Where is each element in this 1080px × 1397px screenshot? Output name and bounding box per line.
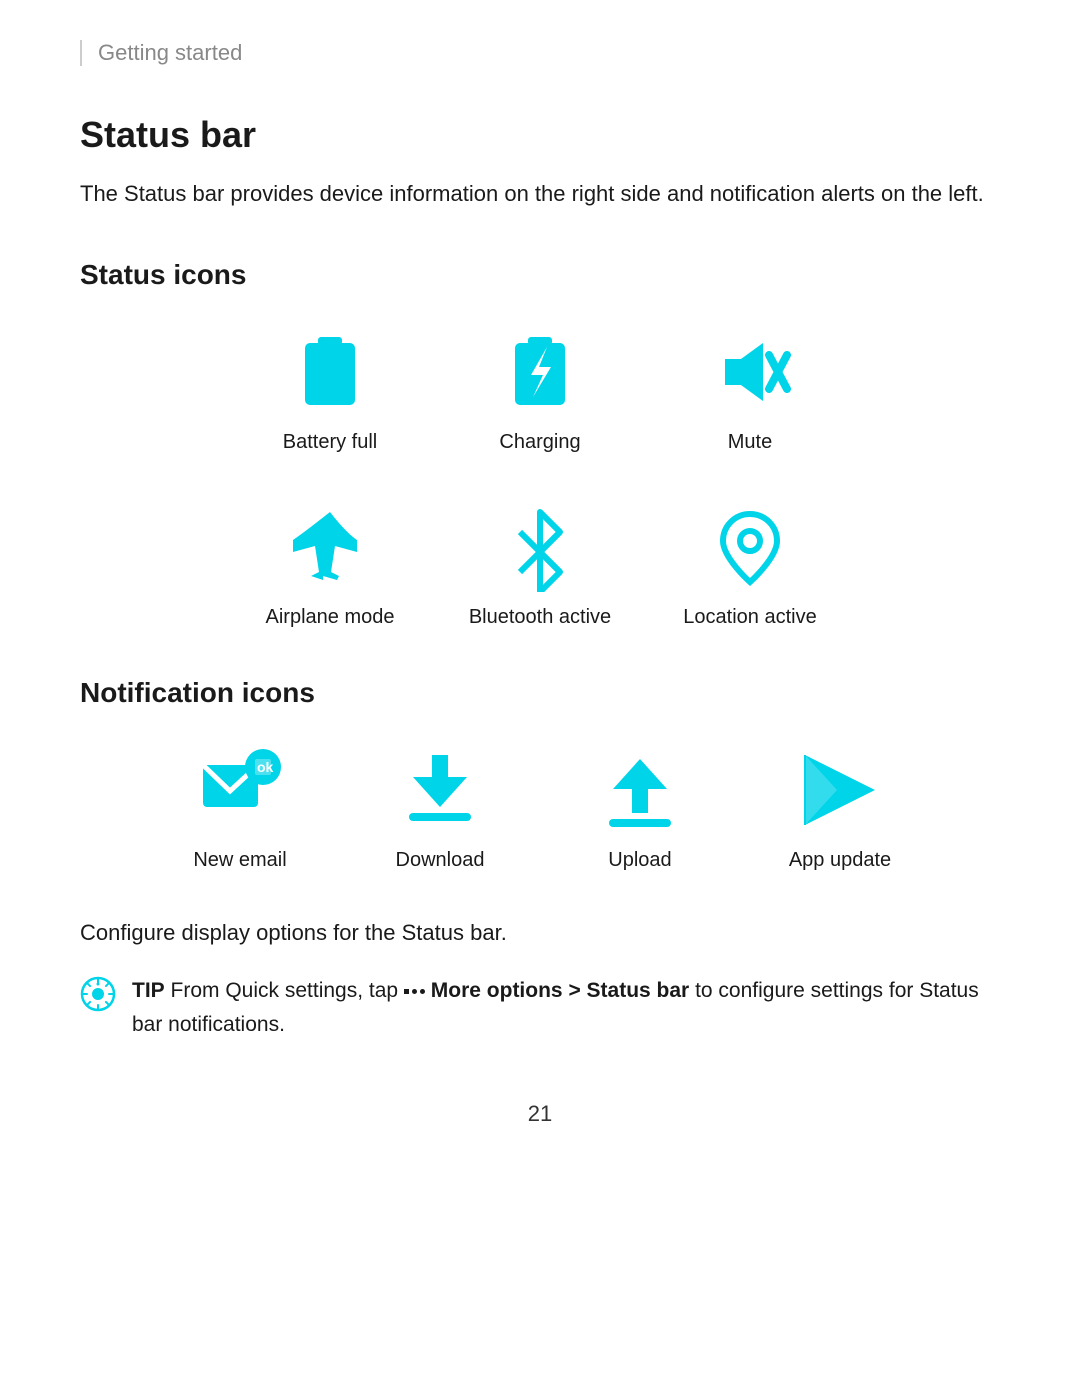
download-item: Download	[340, 745, 540, 872]
mute-item: Mute	[645, 327, 855, 454]
bluetooth-icon	[495, 502, 585, 592]
tip-bold-text: More options > Status bar	[431, 979, 689, 1002]
airplane-mode-icon	[285, 502, 375, 592]
location-item: Location active	[645, 502, 855, 629]
upload-label: Upload	[608, 849, 671, 872]
status-icons-heading: Status icons	[80, 259, 1000, 291]
download-icon	[395, 745, 485, 835]
tip-more-options-icon	[404, 989, 425, 994]
charging-icon	[495, 327, 585, 417]
charging-label: Charging	[499, 431, 580, 454]
svg-text:ok: ok	[257, 759, 274, 775]
tip-label: TIP	[132, 979, 165, 1002]
section-description: The Status bar provides device informati…	[80, 176, 1000, 211]
upload-item: Upload	[540, 745, 740, 872]
airplane-mode-item: Airplane mode	[225, 502, 435, 629]
charging-item: Charging	[435, 327, 645, 454]
notification-icons-grid: ok New email Download Upload	[80, 745, 1000, 872]
location-label: Location active	[683, 606, 816, 629]
page-number: 21	[80, 1101, 1000, 1127]
bluetooth-label: Bluetooth active	[469, 606, 611, 629]
battery-full-icon	[285, 327, 375, 417]
bluetooth-item: Bluetooth active	[435, 502, 645, 629]
mute-icon	[705, 327, 795, 417]
notification-icons-heading: Notification icons	[80, 677, 1000, 709]
page-title: Status bar	[80, 114, 1000, 156]
configure-text: Configure display options for the Status…	[80, 920, 1000, 946]
new-email-item: ok New email	[140, 745, 340, 872]
location-icon	[705, 502, 795, 592]
status-icons-row1: Battery full Charging Mute	[80, 327, 1000, 454]
new-email-label: New email	[193, 849, 286, 872]
battery-full-item: Battery full	[225, 327, 435, 454]
breadcrumb: Getting started	[80, 40, 1000, 66]
new-email-icon: ok	[195, 745, 285, 835]
mute-label: Mute	[728, 431, 772, 454]
app-update-icon	[795, 745, 885, 835]
airplane-mode-label: Airplane mode	[266, 606, 395, 629]
app-update-label: App update	[789, 849, 891, 872]
status-icons-row2: Airplane mode Bluetooth active Location …	[80, 502, 1000, 629]
upload-icon	[595, 745, 685, 835]
app-update-item: App update	[740, 745, 940, 872]
tip-text-prefix: From Quick settings, tap	[171, 979, 404, 1002]
tip-text-content: TIP From Quick settings, tap More option…	[132, 974, 1000, 1041]
tip-box: TIP From Quick settings, tap More option…	[80, 974, 1000, 1041]
download-label: Download	[396, 849, 485, 872]
tip-icon	[80, 976, 116, 1017]
battery-full-label: Battery full	[283, 431, 377, 454]
